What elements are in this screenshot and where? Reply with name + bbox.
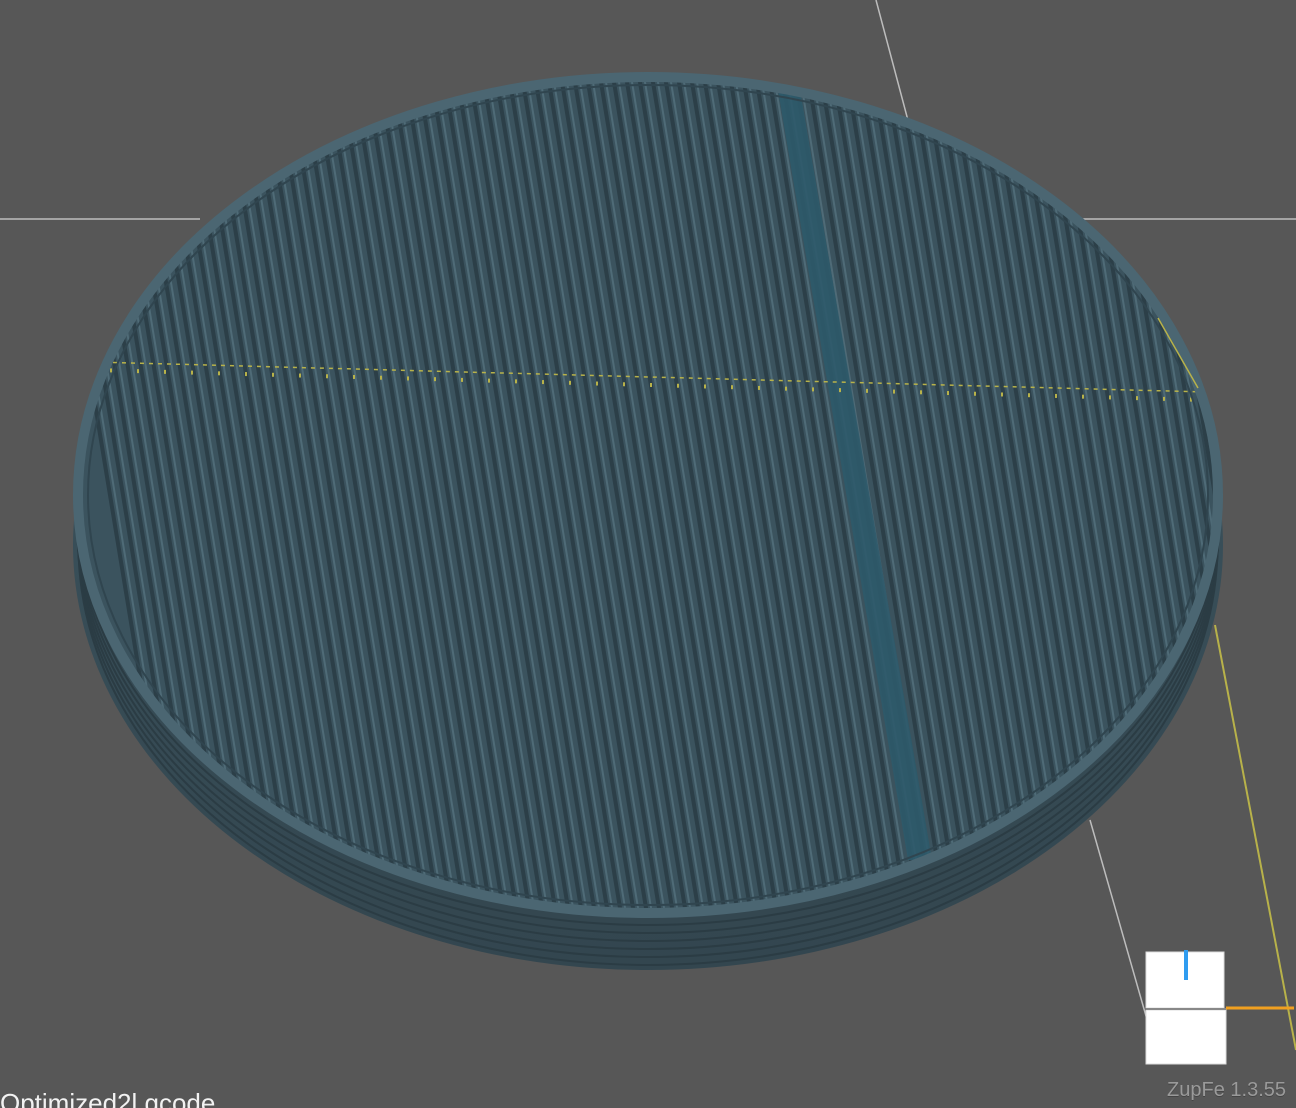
app-version-label: ZupFe 1.3.55 — [1167, 1079, 1286, 1101]
3d-viewport[interactable]: Optimized2l.gcode ZupFe 1.3.55 — [0, 0, 1296, 1108]
view-cube-icon[interactable] — [1144, 936, 1294, 1066]
gcode-preview-scene[interactable] — [0, 0, 1296, 1108]
gcode-filename-label: Optimized2l.gcode — [0, 1088, 216, 1108]
printed-disc-model[interactable] — [40, 70, 1296, 970]
